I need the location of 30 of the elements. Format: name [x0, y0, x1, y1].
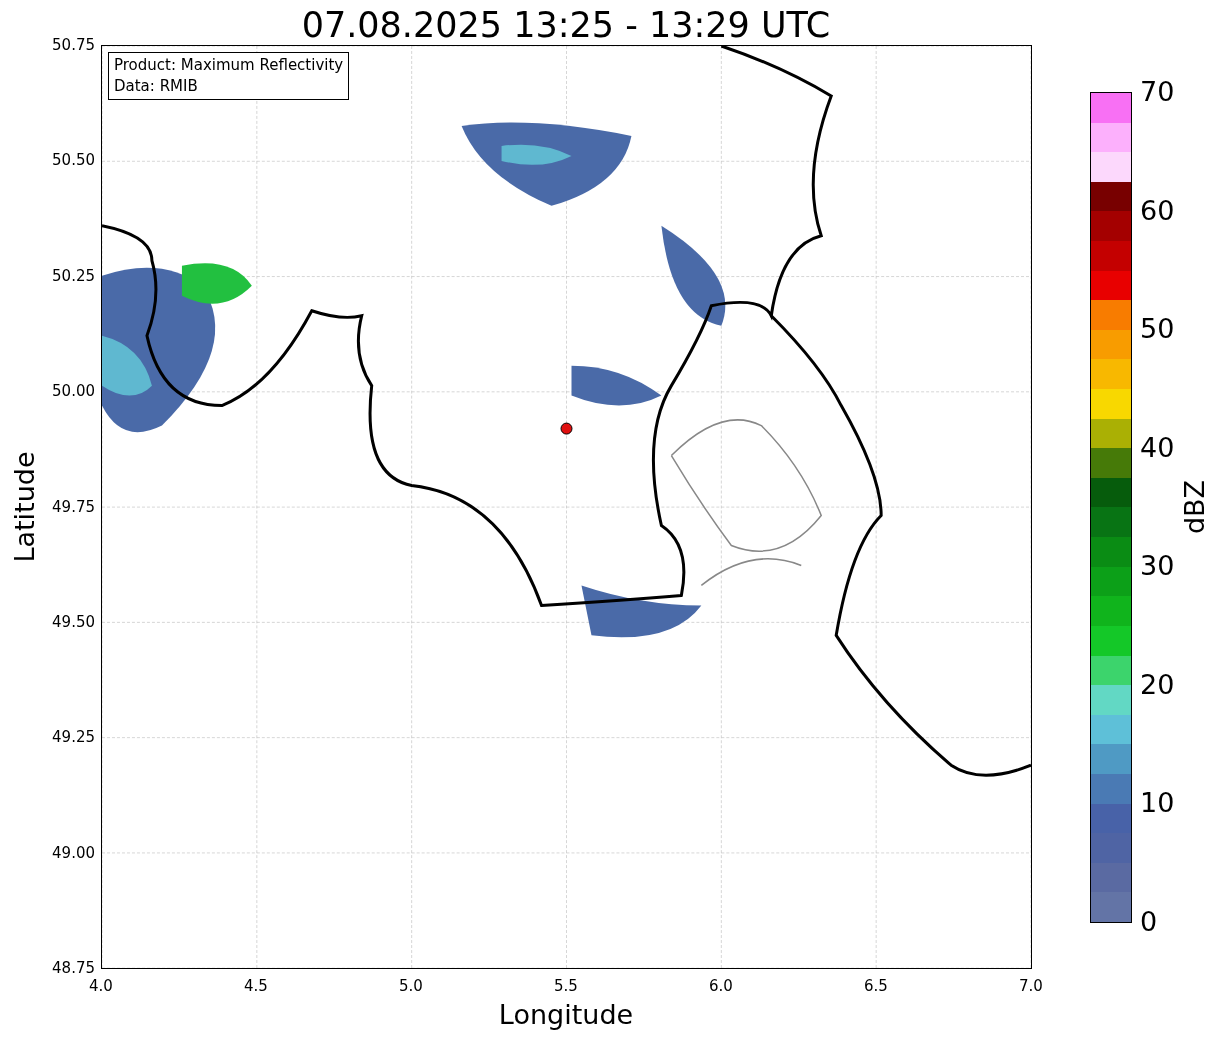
y-axis-label: Latitude: [8, 450, 41, 565]
colorbar-tick-label: 0: [1140, 906, 1158, 938]
legend-text: Data: RMIB: [114, 76, 199, 97]
colorbar-tick-label: 10: [1140, 787, 1175, 820]
x-tick-label: 6.5: [863, 977, 889, 995]
y-tick-label: 50.50: [52, 151, 95, 170]
x-tick-label: 5.5: [553, 977, 579, 995]
colorbar-tick-label: 30: [1140, 550, 1175, 583]
x-tick-label: 5.0: [398, 977, 424, 995]
colorbar-tick-label: 70: [1140, 76, 1175, 108]
y-tick-label: 49.00: [52, 843, 95, 862]
colorbar-tick-label: 60: [1140, 194, 1175, 227]
y-tick-label: 49.50: [52, 613, 95, 631]
x-tick-label: 4.5: [243, 977, 269, 995]
y-tick-label: 50.25: [52, 266, 95, 285]
y-tick-label: 49.75: [52, 497, 95, 516]
x-tick-label: 4.0: [88, 977, 114, 995]
colorbar-tick-label: 50: [1140, 313, 1175, 346]
y-tick-label: 49.25: [52, 728, 95, 747]
colorbar-label: dBZ: [1178, 478, 1211, 537]
colorbar-tick-label: 40: [1140, 431, 1175, 464]
x-axis-label: Longitude: [497, 998, 635, 1032]
y-tick-label: 48.75: [52, 959, 95, 978]
colorbar-tick-label: 20: [1140, 668, 1175, 701]
legend-text: Product: Maximum Reflectivity: [114, 55, 344, 76]
chart-title: 07.08.2025 13:25 - 13:29 UTC: [300, 4, 832, 46]
y-tick-label: 50.00: [52, 382, 95, 401]
x-tick-label: 7.0: [1018, 977, 1044, 995]
x-tick-label: 6.0: [708, 977, 734, 995]
y-tick-label: 50.75: [52, 36, 95, 54]
